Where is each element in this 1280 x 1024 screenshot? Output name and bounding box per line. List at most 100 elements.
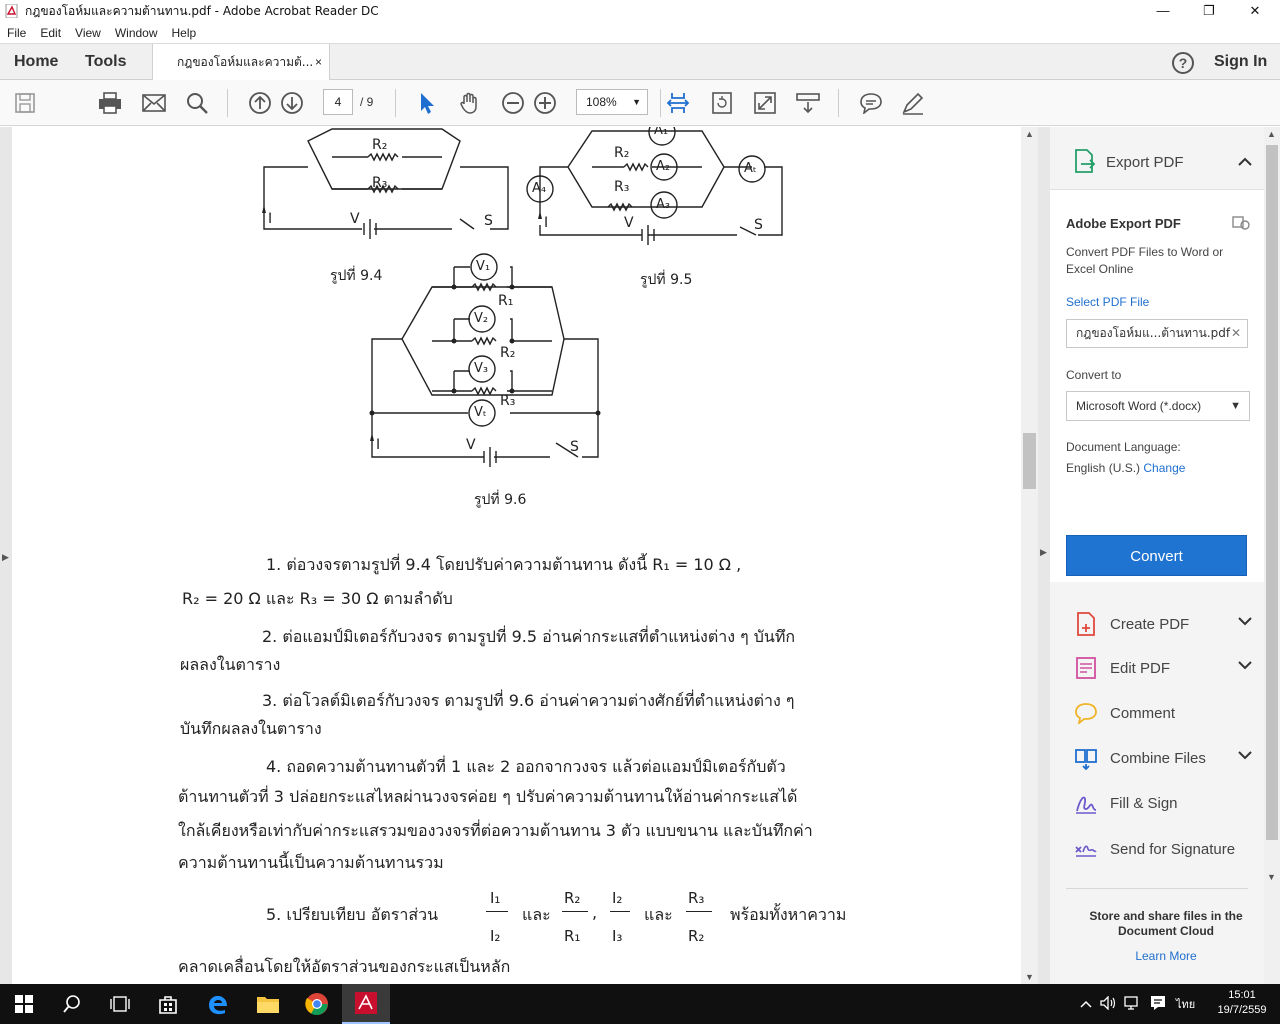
- convert-button[interactable]: Convert: [1066, 535, 1247, 576]
- doc-line: และ: [644, 905, 673, 924]
- tool-fill-sign[interactable]: Fill & Sign: [1074, 788, 1254, 818]
- menu-help[interactable]: Help: [165, 26, 204, 40]
- tool-send-for-signature[interactable]: Send for Signature: [1074, 834, 1254, 864]
- zoom-out-icon[interactable]: [500, 90, 526, 116]
- tab-document[interactable]: กฎของโอห์มและความต้... ×: [152, 44, 330, 81]
- learn-more-link[interactable]: Learn More: [1066, 949, 1266, 963]
- chevron-down-icon: ▼: [1230, 400, 1241, 412]
- right-panel-toggle[interactable]: ▶: [1038, 127, 1050, 984]
- zoom-select[interactable]: 108% ▼: [576, 89, 648, 115]
- zoom-in-icon[interactable]: [532, 90, 558, 116]
- menu-file[interactable]: File: [0, 26, 33, 40]
- store-app-icon[interactable]: [144, 984, 192, 1024]
- search-taskbar-icon[interactable]: [48, 984, 96, 1024]
- tool-label: Fill & Sign: [1110, 794, 1178, 812]
- search-icon[interactable]: [184, 90, 210, 116]
- clear-file-icon[interactable]: ✕: [1231, 320, 1241, 347]
- close-tab-button[interactable]: ×: [315, 55, 322, 69]
- help-icon[interactable]: ?: [1172, 52, 1194, 74]
- fit-width-icon[interactable]: [665, 90, 691, 116]
- sign-in-link[interactable]: Sign In: [1214, 44, 1267, 80]
- input-language[interactable]: ไทย: [1176, 995, 1195, 1013]
- save-icon[interactable]: [12, 90, 38, 116]
- chevron-down-icon[interactable]: [1238, 614, 1252, 629]
- clock[interactable]: 15:01 19/7/2559: [1210, 988, 1274, 1018]
- start-button[interactable]: [0, 984, 48, 1024]
- email-icon[interactable]: [141, 90, 167, 116]
- label-v3: V₃: [474, 361, 489, 376]
- network-icon[interactable]: [1124, 995, 1142, 1013]
- format-select[interactable]: Microsoft Word (*.docx) ▼: [1066, 391, 1250, 421]
- scroll-up-icon[interactable]: ▲: [1025, 129, 1034, 139]
- close-window-button[interactable]: ✕: [1232, 0, 1278, 22]
- doc-line: 3. ต่อโวลต์มิเตอร์กับวงจร ตามรูปที่ 9.6 …: [262, 691, 795, 710]
- selected-file-field[interactable]: กฎของโอห์มแ...ต้านทาน.pdf ✕: [1066, 319, 1248, 348]
- export-pdf-icon: [1074, 148, 1096, 176]
- chevron-down-icon[interactable]: [1238, 658, 1252, 673]
- caption-fig-9-6: รูปที่ 9.6: [474, 492, 527, 508]
- export-pdf-header[interactable]: Export PDF: [1074, 147, 1254, 177]
- menu-window[interactable]: Window: [108, 26, 165, 40]
- cloud-settings-icon[interactable]: [1232, 214, 1250, 233]
- print-icon[interactable]: [97, 90, 123, 116]
- acrobat-taskbar-icon[interactable]: [342, 984, 390, 1024]
- fraction-denominator: I₂: [490, 927, 501, 945]
- fullscreen-icon[interactable]: [752, 90, 778, 116]
- doc-line: ความต้านทานนี้เป็นความต้านทานรวม: [178, 853, 444, 872]
- action-center-icon[interactable]: [1150, 995, 1166, 1014]
- change-language-link[interactable]: Change: [1143, 461, 1185, 475]
- select-pdf-file-link[interactable]: Select PDF File: [1066, 295, 1149, 309]
- selected-file-name: กฎของโอห์มแ...ต้านทาน.pdf: [1076, 326, 1231, 340]
- chevron-up-icon[interactable]: [1080, 997, 1092, 1011]
- tool-label: Send for Signature: [1110, 840, 1236, 858]
- comment-icon[interactable]: [858, 90, 884, 116]
- menu-edit[interactable]: Edit: [33, 26, 68, 40]
- combine-files-icon: [1074, 746, 1098, 770]
- tool-combine-files[interactable]: Combine Files: [1074, 743, 1254, 773]
- volume-icon[interactable]: [1100, 994, 1116, 1013]
- document-scrollbar[interactable]: ▲ ▼: [1021, 127, 1038, 984]
- minimize-button[interactable]: —: [1140, 0, 1186, 22]
- edge-browser-icon[interactable]: [194, 984, 242, 1024]
- page-down-icon[interactable]: [279, 90, 305, 116]
- select-arrow-icon[interactable]: [414, 90, 440, 116]
- send-signature-icon: [1074, 837, 1098, 861]
- document-language: Document Language: English (U.S.) Change: [1066, 437, 1185, 479]
- scroll-up-icon[interactable]: ▲: [1267, 129, 1276, 139]
- doc-line: และ: [522, 905, 551, 924]
- scroll-down-icon[interactable]: ▼: [1267, 872, 1276, 882]
- label-r2-c: R₂: [500, 345, 516, 361]
- fraction-numerator: R₃: [688, 889, 705, 907]
- chevron-down-icon[interactable]: [1238, 748, 1252, 763]
- tool-create-pdf[interactable]: Create PDF: [1074, 609, 1254, 639]
- tab-home[interactable]: Home: [14, 44, 58, 80]
- label-r3-c: R₃: [500, 393, 516, 409]
- scrollbar-thumb[interactable]: [1023, 433, 1036, 489]
- tool-comment[interactable]: Comment: [1074, 698, 1254, 728]
- caption-fig-9-4: รูปที่ 9.4: [330, 268, 383, 284]
- hand-icon[interactable]: [457, 90, 483, 116]
- tool-edit-pdf[interactable]: Edit PDF: [1074, 653, 1254, 683]
- panel-scrollbar[interactable]: ▲ ▼: [1264, 127, 1280, 984]
- highlight-icon[interactable]: [900, 90, 926, 116]
- page-up-icon[interactable]: [247, 90, 273, 116]
- tab-tools[interactable]: Tools: [85, 44, 126, 80]
- rotate-icon[interactable]: [709, 90, 735, 116]
- chevron-up-icon[interactable]: [1238, 153, 1252, 169]
- doc-line: ผลลงในตาราง: [180, 655, 281, 674]
- scroll-mode-icon[interactable]: [795, 90, 821, 116]
- document-view[interactable]: R₂ R₃ I V S รูปที่ 9.4 A₁ R₂ A₂ R₃ A₃ A₄…: [12, 127, 1021, 984]
- maximize-button[interactable]: ❐: [1186, 0, 1232, 22]
- scrollbar-thumb[interactable]: [1266, 145, 1278, 840]
- page-number-input[interactable]: 4: [323, 89, 353, 115]
- left-panel-toggle[interactable]: ▶: [0, 127, 12, 984]
- menu-view[interactable]: View: [68, 26, 108, 40]
- scroll-down-icon[interactable]: ▼: [1025, 972, 1034, 982]
- chrome-browser-icon[interactable]: [293, 984, 341, 1024]
- tool-label: Combine Files: [1110, 749, 1206, 767]
- task-view-icon[interactable]: [96, 984, 144, 1024]
- export-pdf-label: Export PDF: [1106, 153, 1184, 171]
- file-explorer-icon[interactable]: [244, 984, 292, 1024]
- collapse-right-icon: ▶: [1040, 547, 1047, 557]
- title-bar: กฎของโอห์มและความต้านทาน.pdf - Adobe Acr…: [0, 0, 1280, 22]
